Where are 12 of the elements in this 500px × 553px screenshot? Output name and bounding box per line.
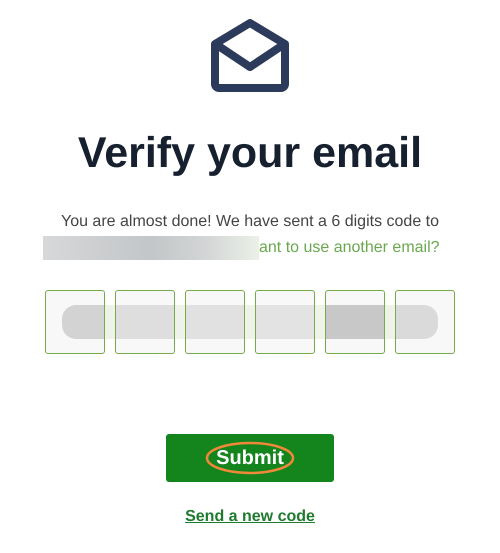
submit-button[interactable]: Submit [166,434,334,482]
code-input[interactable] [325,290,385,354]
code-input[interactable] [395,290,455,354]
code-input[interactable] [115,290,175,354]
code-input[interactable] [255,290,315,354]
page-title: Verify your email [78,130,422,178]
code-input[interactable] [45,290,105,354]
instruction-text: You are almost done! We have sent a 6 digits code to [60,213,440,232]
change-email-link[interactable]: ant to use another email? [259,239,440,258]
envelope-icon [209,18,291,94]
code-input[interactable] [185,290,245,354]
resend-code-link[interactable]: Send a new code [185,508,315,526]
